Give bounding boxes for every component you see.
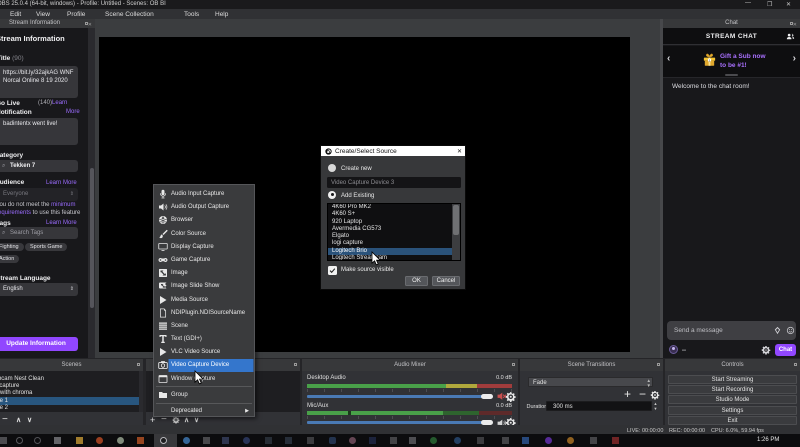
svg-text:1: 1 xyxy=(709,58,711,62)
